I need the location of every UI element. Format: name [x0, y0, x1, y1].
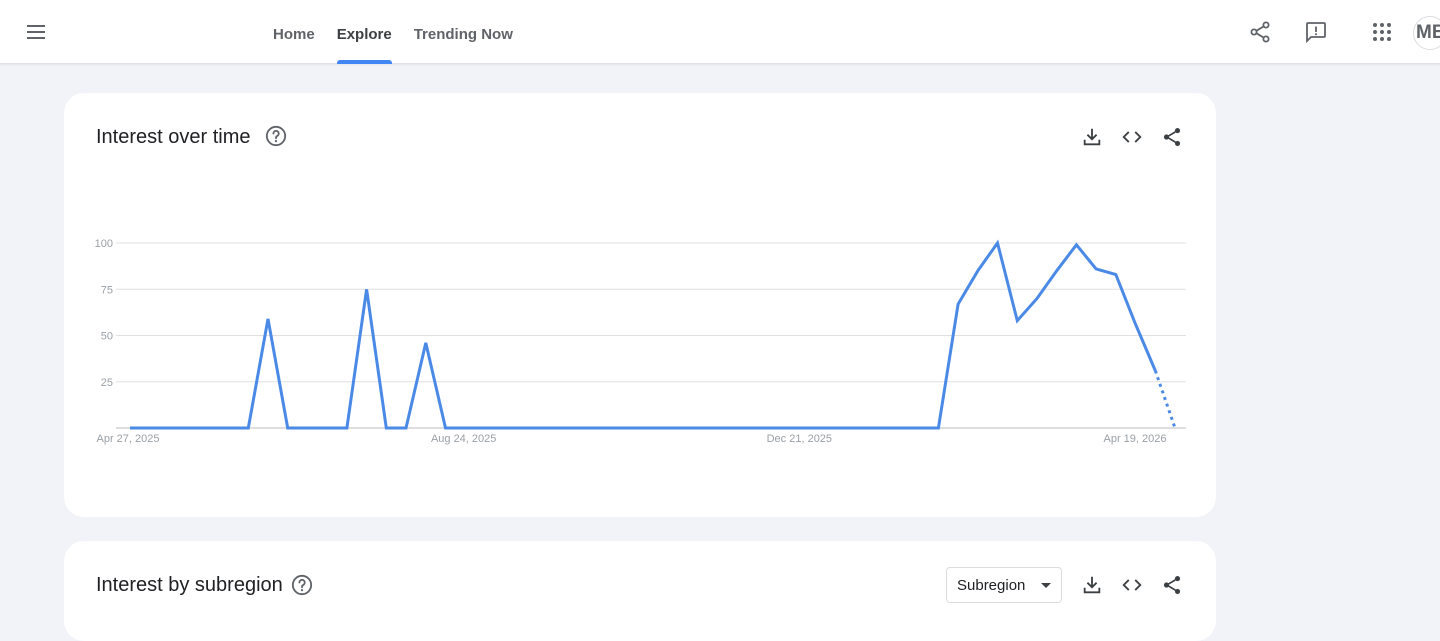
- data-point: [897, 426, 901, 430]
- data-point: [246, 426, 250, 430]
- interest-over-time-chart: 25 50 75 100 Apr 27, 2025 Aug 24, 2025 Dec 21,…: [95, 238, 1186, 445]
- x-tick-label: Dec 21, 2025: [767, 433, 832, 445]
- data-point: [266, 317, 270, 321]
- data-point: [818, 426, 822, 430]
- data-point: [365, 287, 369, 291]
- share-icon[interactable]: [1161, 574, 1183, 596]
- data-point: [1094, 267, 1098, 271]
- download-icon[interactable]: [1081, 574, 1103, 596]
- dropdown-caret-icon: [1041, 583, 1051, 588]
- data-point: [917, 426, 921, 430]
- data-point: [167, 426, 171, 430]
- subregion-select[interactable]: Subregion: [946, 567, 1062, 603]
- data-point: [345, 426, 349, 430]
- data-point: [582, 426, 586, 430]
- share-icon[interactable]: [1248, 20, 1272, 44]
- data-point: [838, 426, 842, 430]
- data-point: [720, 426, 724, 430]
- main-nav-tabs: Home Explore Trending Now: [262, 0, 524, 64]
- data-point: [542, 426, 546, 430]
- data-point: [128, 426, 132, 430]
- data-point: [483, 426, 487, 430]
- data-point: [207, 426, 211, 430]
- data-point: [503, 426, 507, 430]
- data-point: [306, 426, 310, 430]
- series-line-partial: [1153, 370, 1177, 429]
- y-tick-label: 25: [101, 377, 113, 389]
- data-point: [936, 426, 940, 430]
- data-point: [877, 426, 881, 430]
- data-point: [424, 341, 428, 345]
- data-point: [1173, 426, 1177, 430]
- data-point: [148, 426, 152, 430]
- data-point: [798, 426, 802, 430]
- interest-by-subregion-title: Interest by subregion: [96, 574, 283, 596]
- account-avatar[interactable]: ME: [1413, 16, 1440, 50]
- data-point: [601, 426, 605, 430]
- data-point: [1074, 243, 1078, 247]
- data-point: [227, 426, 231, 430]
- data-point: [463, 426, 467, 430]
- data-point: [680, 426, 684, 430]
- data-point: [700, 426, 704, 430]
- y-tick-label: 50: [101, 331, 113, 343]
- y-tick-label: 100: [95, 238, 113, 250]
- data-point: [1035, 297, 1039, 301]
- data-point: [1153, 369, 1157, 373]
- data-point: [1114, 273, 1118, 277]
- data-point: [779, 426, 783, 430]
- data-point: [660, 426, 664, 430]
- data-point: [522, 426, 526, 430]
- interest-over-time-card: Interest over time 25 50 75 100 Apr 27, 2025…: [64, 93, 1216, 517]
- help-icon[interactable]: [291, 574, 313, 596]
- x-tick-label: Aug 24, 2025: [431, 433, 496, 445]
- data-point: [1015, 319, 1019, 323]
- data-point: [976, 269, 980, 273]
- x-tick-label: Apr 27, 2025: [97, 433, 160, 445]
- data-point: [1055, 269, 1059, 273]
- data-point: [956, 302, 960, 306]
- data-point: [759, 426, 763, 430]
- data-point: [858, 426, 862, 430]
- data-point: [1134, 322, 1138, 326]
- data-point: [187, 426, 191, 430]
- data-point: [404, 426, 408, 430]
- data-point: [641, 426, 645, 430]
- feedback-icon[interactable]: [1304, 20, 1328, 44]
- data-point: [739, 426, 743, 430]
- data-point: [286, 426, 290, 430]
- apps-grid-icon[interactable]: [1370, 20, 1394, 44]
- top-app-bar: Home Explore Trending Now ME: [0, 0, 1440, 64]
- data-point: [325, 426, 329, 430]
- data-point: [562, 426, 566, 430]
- tab-home[interactable]: Home: [262, 0, 326, 63]
- data-point: [444, 426, 448, 430]
- tab-trending-now[interactable]: Trending Now: [403, 0, 524, 63]
- y-tick-label: 75: [101, 284, 113, 296]
- x-tick-label: Apr 19, 2026: [1104, 433, 1167, 445]
- data-point: [384, 426, 388, 430]
- menu-icon[interactable]: [24, 20, 48, 44]
- embed-code-icon[interactable]: [1121, 574, 1143, 596]
- subregion-select-value: Subregion: [957, 577, 1026, 594]
- data-point: [996, 241, 1000, 245]
- data-point: [621, 426, 625, 430]
- tab-explore[interactable]: Explore: [326, 0, 403, 64]
- interest-by-subregion-card: Interest by subregion Subregion: [64, 541, 1216, 641]
